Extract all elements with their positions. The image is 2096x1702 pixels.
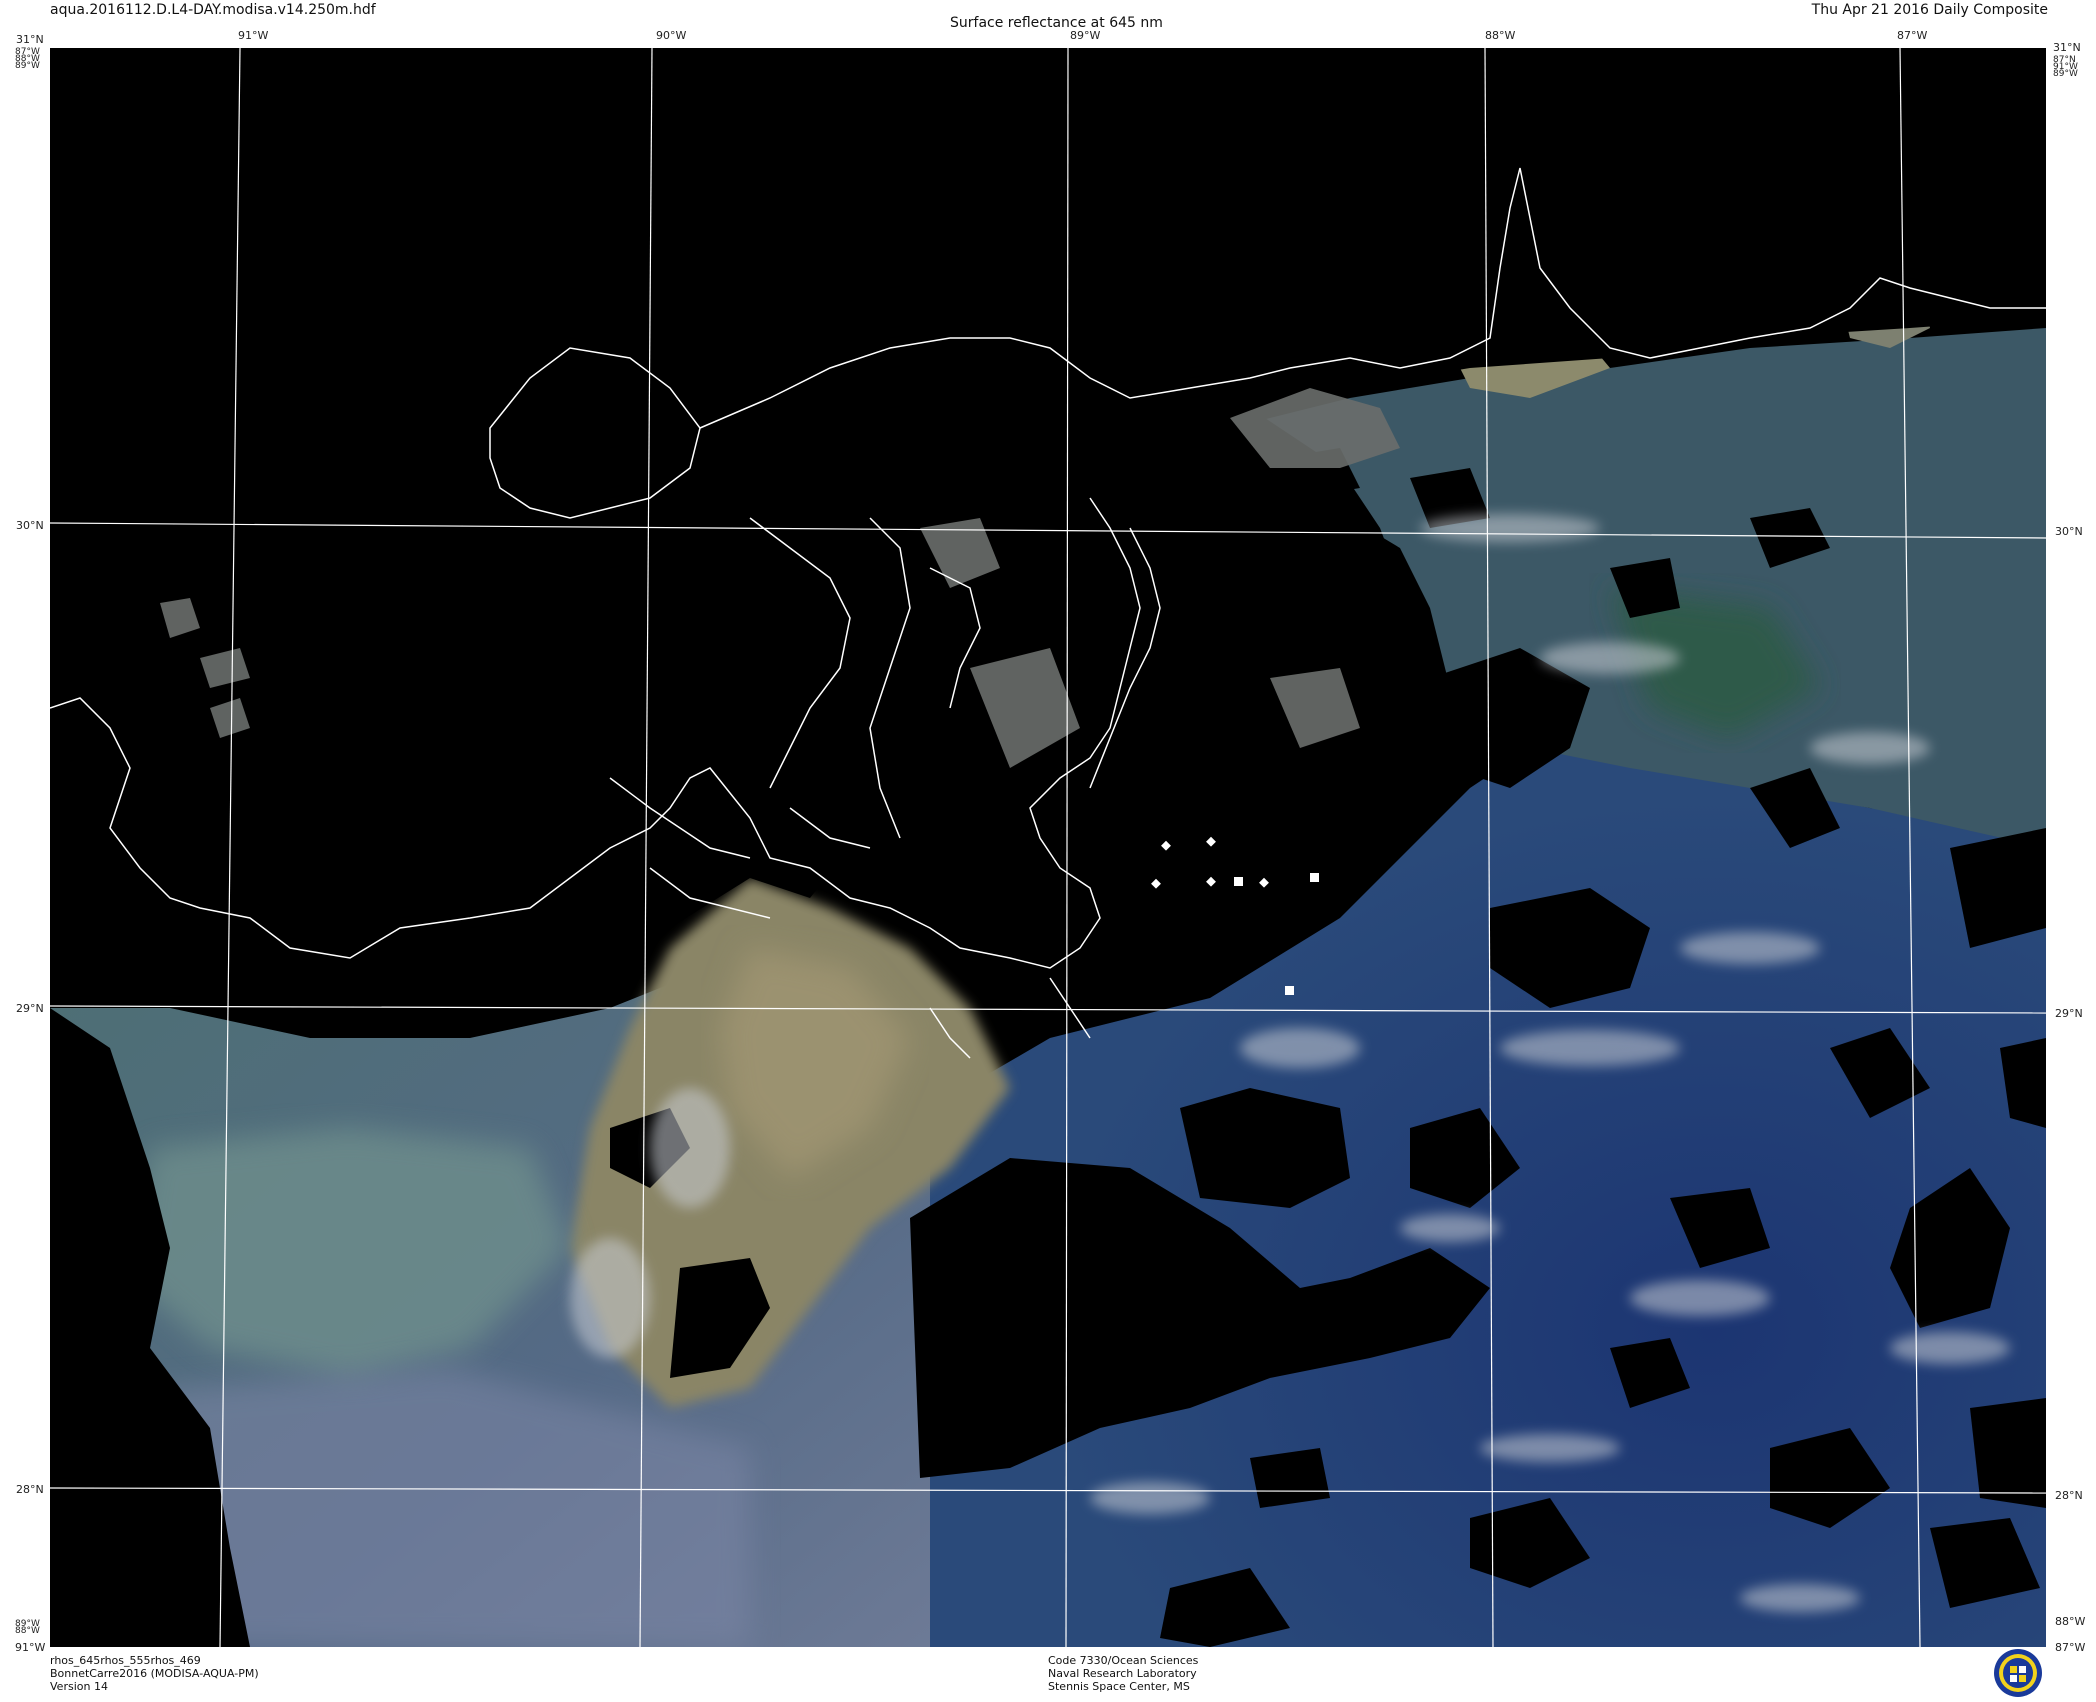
right-lat-label: 29°N xyxy=(2055,1007,2083,1020)
footer-line: Version 14 xyxy=(50,1680,108,1693)
composite-date: Thu Apr 21 2016 Daily Composite xyxy=(1811,2,2048,18)
left-lat-label: 29°N xyxy=(16,1002,44,1015)
left-lat-label: 30°N xyxy=(16,519,44,532)
bottom-lon-label: 88°W xyxy=(2055,1615,2086,1628)
right-lat-label: 30°N xyxy=(2055,525,2083,538)
corner-lat-label: 31°N xyxy=(16,33,44,46)
file-name: aqua.2016112.D.L4-DAY.modisa.v14.250m.hd… xyxy=(50,2,376,18)
top-lon-label: 90°W xyxy=(656,29,687,42)
corner-lon-label: 89°W xyxy=(2053,69,2078,79)
top-lon-label: 87°W xyxy=(1897,29,1928,42)
map-title: Surface reflectance at 645 nm xyxy=(950,15,1163,31)
left-lat-label: 28°N xyxy=(16,1483,44,1496)
satellite-map xyxy=(50,48,2046,1647)
bottom-lon-label: 91°W xyxy=(15,1641,46,1654)
top-lon-label: 88°W xyxy=(1485,29,1516,42)
top-lon-label: 89°W xyxy=(1070,29,1101,42)
footer-line: Code 7330/Ocean Sciences xyxy=(1048,1654,1199,1667)
bottom-lon-label: 87°W xyxy=(2055,1641,2086,1654)
nrl-seal-icon xyxy=(1993,1648,2043,1698)
right-lat-label: 28°N xyxy=(2055,1489,2083,1502)
footer-line: rhos_645rhos_555rhos_469 xyxy=(50,1654,201,1667)
top-lon-label: 91°W xyxy=(238,29,269,42)
footer-line: Naval Research Laboratory xyxy=(1048,1667,1197,1680)
corner-lon-label: 89°W xyxy=(15,61,40,71)
footer-line: BonnetCarre2016 (MODISA-AQUA-PM) xyxy=(50,1667,259,1680)
corner-lat-label: 31°N xyxy=(2053,41,2081,54)
bottom-lon-label: 88°W xyxy=(15,1626,40,1636)
map-canvas xyxy=(50,48,2046,1647)
footer-line: Stennis Space Center, MS xyxy=(1048,1680,1190,1693)
